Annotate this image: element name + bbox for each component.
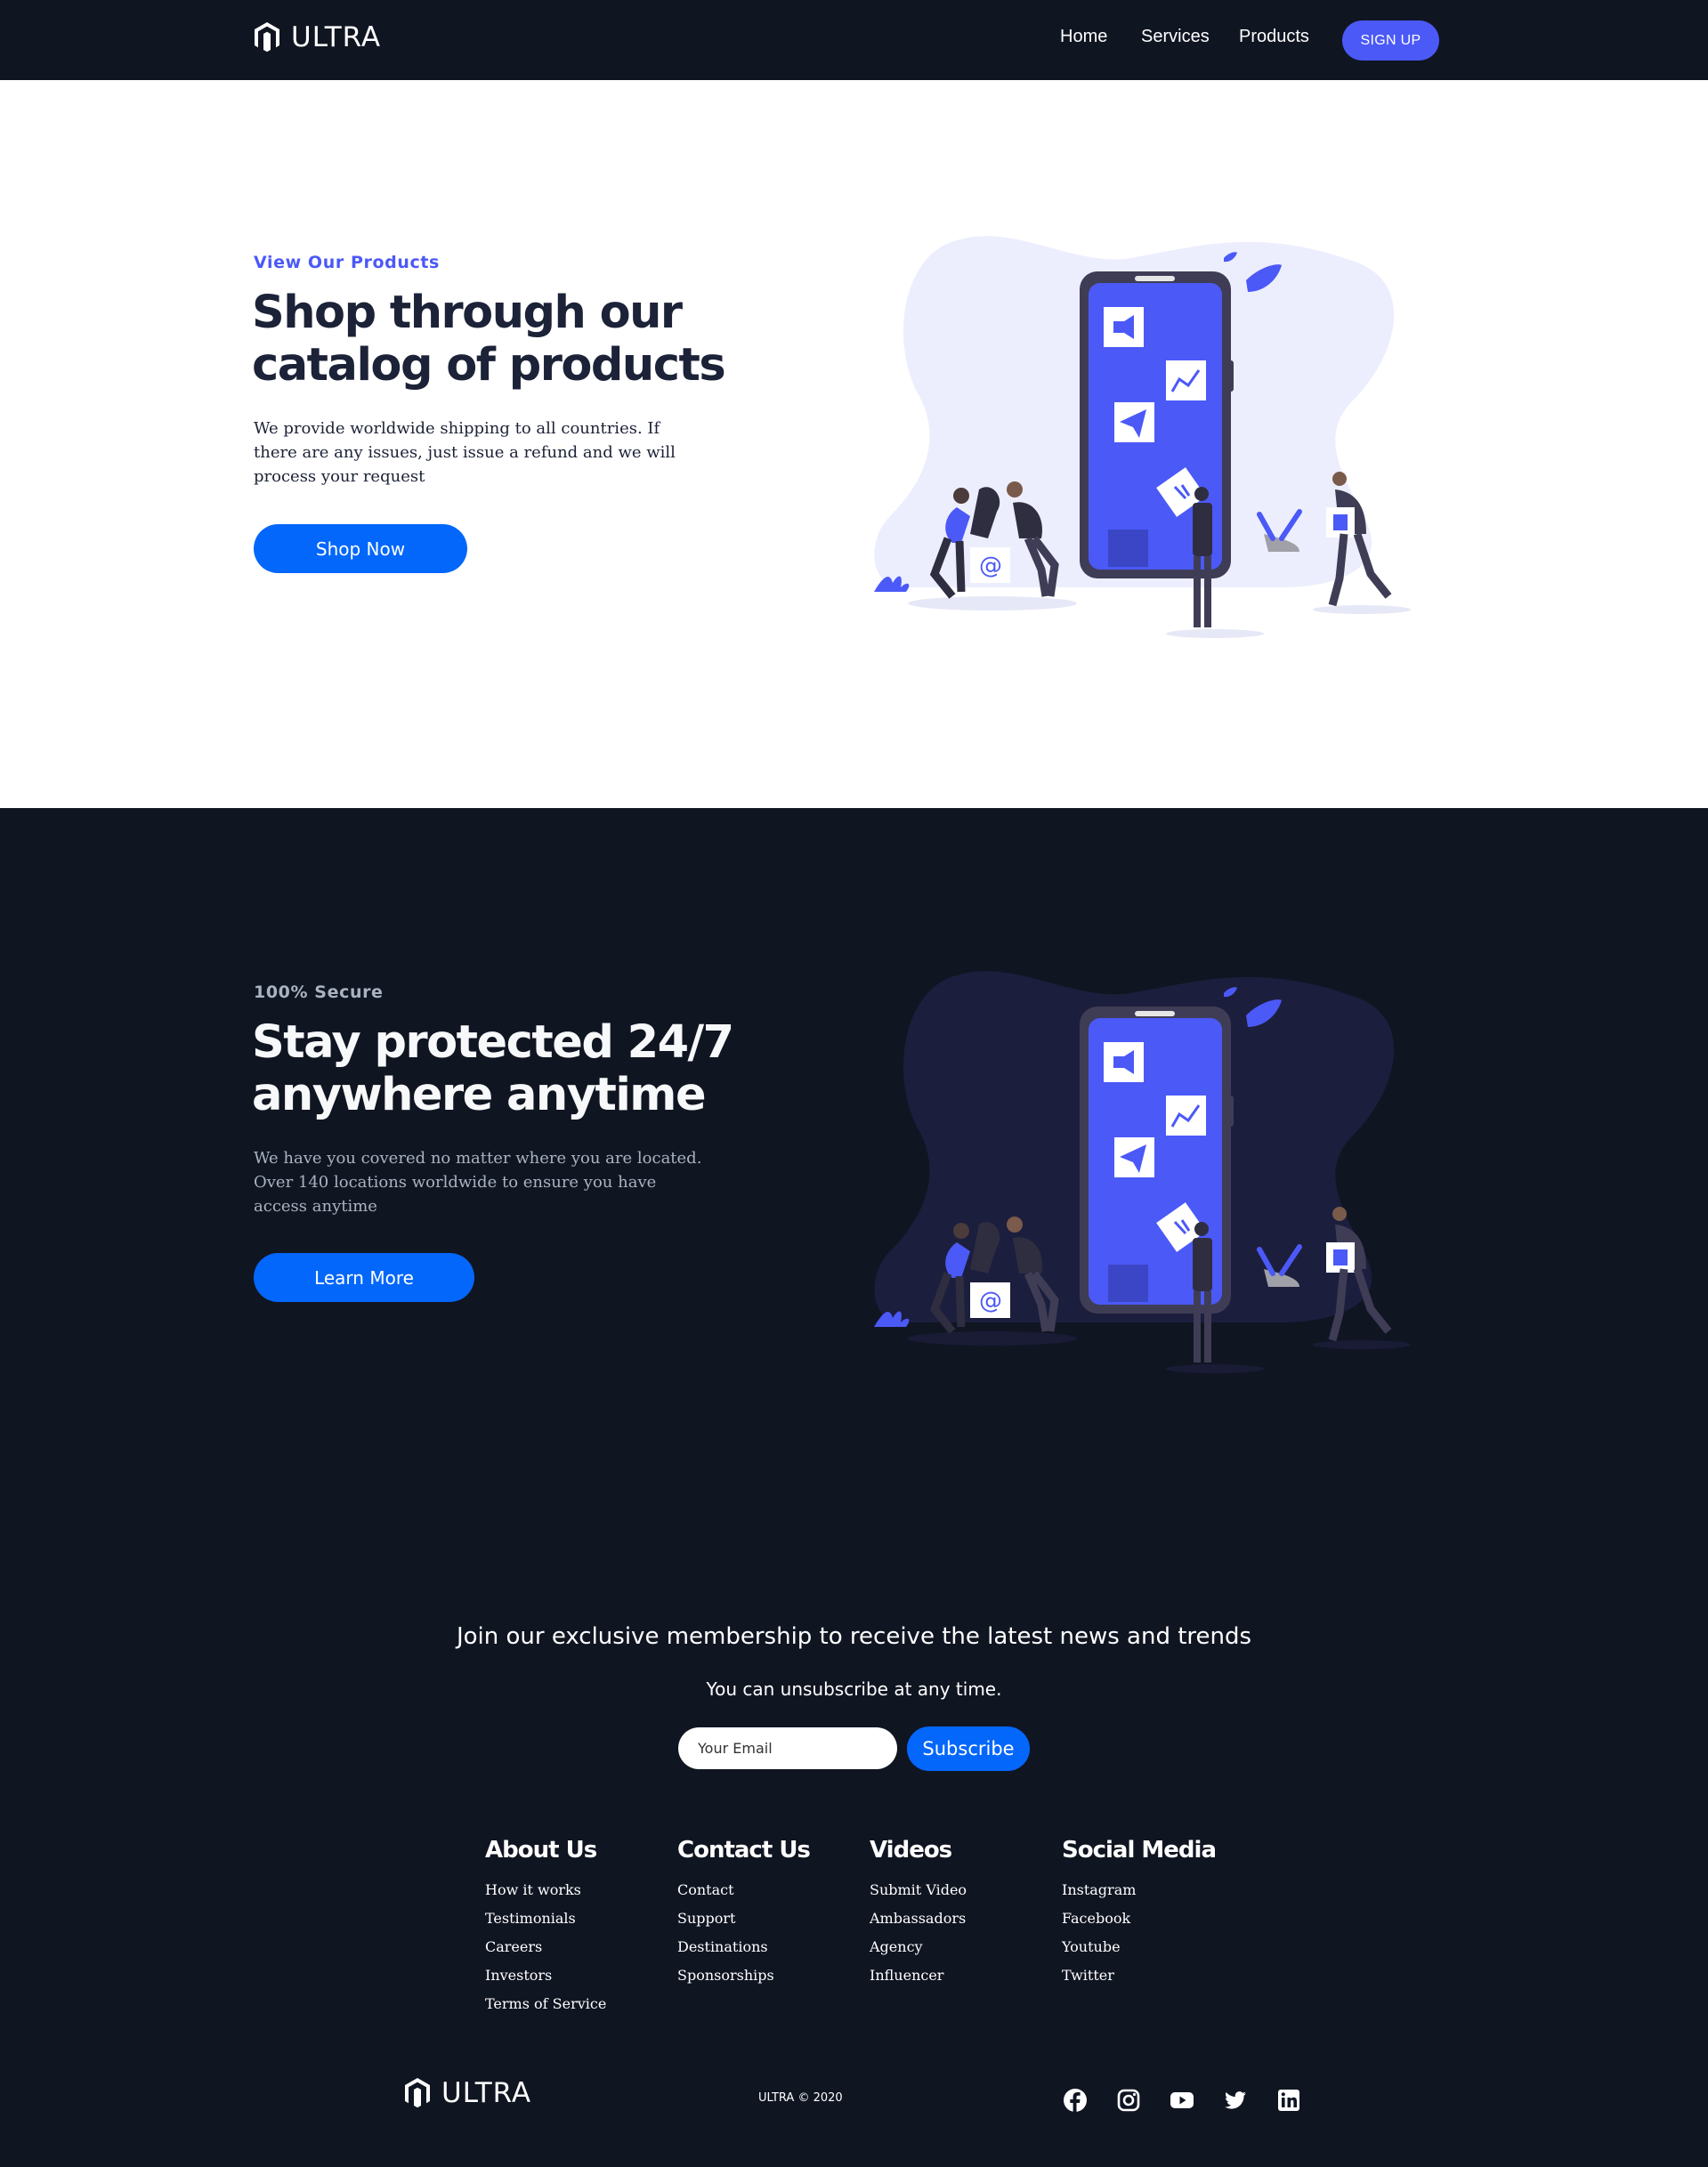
footer-column-social: Social Media Instagram Facebook Youtube …	[1062, 1837, 1217, 1990]
twitter-icon[interactable]	[1222, 2087, 1249, 2114]
products-heading: Shop through our catalog of products	[252, 287, 726, 392]
secure-description: We have you covered no matter where you …	[254, 1149, 702, 1216]
subscription-heading: Join our exclusive membership to receive…	[456, 1623, 1252, 1650]
copyright-text: ULTRA © 2020	[758, 2091, 843, 2105]
footer-link[interactable]: Testimonials	[485, 1904, 606, 1933]
brand-name: ULTRA	[441, 2077, 532, 2109]
navbar: ULTRA Home Services Products SIGN UP	[0, 0, 1708, 80]
footer-link[interactable]: Support	[677, 1904, 810, 1933]
footer: Join our exclusive membership to receive…	[0, 1538, 1708, 2167]
shop-now-button[interactable]: Shop Now	[254, 524, 467, 573]
products-top-line: View Our Products	[254, 253, 440, 272]
secure-section: 100% Secure Stay protected 24/7 anywhere…	[0, 808, 1708, 1538]
footer-link[interactable]: Investors	[485, 1961, 606, 1990]
footer-link[interactable]: Ambassadors	[870, 1904, 967, 1933]
footer-column-contact: Contact Us Contact Support Destinations …	[677, 1837, 811, 1990]
youtube-icon[interactable]	[1169, 2087, 1195, 2114]
footer-link[interactable]: Instagram	[1062, 1876, 1216, 1904]
products-section: View Our Products Shop through our catal…	[0, 80, 1708, 808]
brand-name: ULTRA	[291, 21, 382, 53]
nav-link-services[interactable]: Services	[1141, 27, 1210, 47]
footer-column-about: About Us How it works Testimonials Caree…	[485, 1837, 606, 2018]
footer-link[interactable]: Sponsorships	[677, 1961, 810, 1990]
footer-column-title: About Us	[485, 1837, 597, 1864]
svg-text:@: @	[979, 1288, 1002, 1314]
magento-logo-icon	[405, 2078, 430, 2108]
linkedin-icon[interactable]	[1275, 2087, 1302, 2114]
footer-link[interactable]: Destinations	[677, 1933, 810, 1961]
footer-link[interactable]: How it works	[485, 1876, 606, 1904]
signup-button[interactable]: SIGN UP	[1342, 20, 1439, 61]
nav-link-products[interactable]: Products	[1239, 27, 1309, 47]
footer-link[interactable]: Influencer	[870, 1961, 967, 1990]
footer-link[interactable]: Submit Video	[870, 1876, 967, 1904]
marketing-illustration: @	[874, 236, 1411, 638]
nav-link-home[interactable]: Home	[1060, 27, 1107, 47]
footer-link[interactable]: Twitter	[1062, 1961, 1216, 1990]
instagram-icon[interactable]	[1115, 2087, 1142, 2114]
subscription-text: You can unsubscribe at any time.	[706, 1678, 1002, 1700]
secure-top-line: 100% Secure	[254, 982, 384, 1002]
learn-more-button[interactable]: Learn More	[254, 1253, 474, 1302]
nav-logo[interactable]: ULTRA	[254, 21, 381, 53]
footer-logo[interactable]: ULTRA	[404, 2077, 531, 2109]
footer-link[interactable]: Contact	[677, 1876, 810, 1904]
subscribe-button[interactable]: Subscribe	[907, 1726, 1030, 1771]
facebook-icon[interactable]	[1062, 2087, 1089, 2114]
footer-column-title: Social Media	[1062, 1837, 1217, 1864]
footer-column-title: Videos	[870, 1837, 952, 1864]
marketing-illustration-dark: @	[874, 971, 1411, 1373]
footer-link[interactable]: Careers	[485, 1933, 606, 1961]
footer-link[interactable]: Agency	[870, 1933, 967, 1961]
footer-link[interactable]: Facebook	[1062, 1904, 1216, 1933]
footer-link[interactable]: Youtube	[1062, 1933, 1216, 1961]
social-icons	[1062, 2087, 1302, 2114]
secure-heading: Stay protected 24/7 anywhere anytime	[252, 1016, 734, 1121]
footer-column-videos: Videos Submit Video Ambassadors Agency I…	[870, 1837, 967, 1990]
magento-logo-icon	[255, 22, 279, 53]
email-field[interactable]	[678, 1727, 897, 1769]
footer-link[interactable]: Terms of Service	[485, 1990, 606, 2018]
products-description: We provide worldwide shipping to all cou…	[254, 419, 676, 486]
footer-column-title: Contact Us	[677, 1837, 811, 1864]
svg-text:@: @	[979, 553, 1002, 579]
